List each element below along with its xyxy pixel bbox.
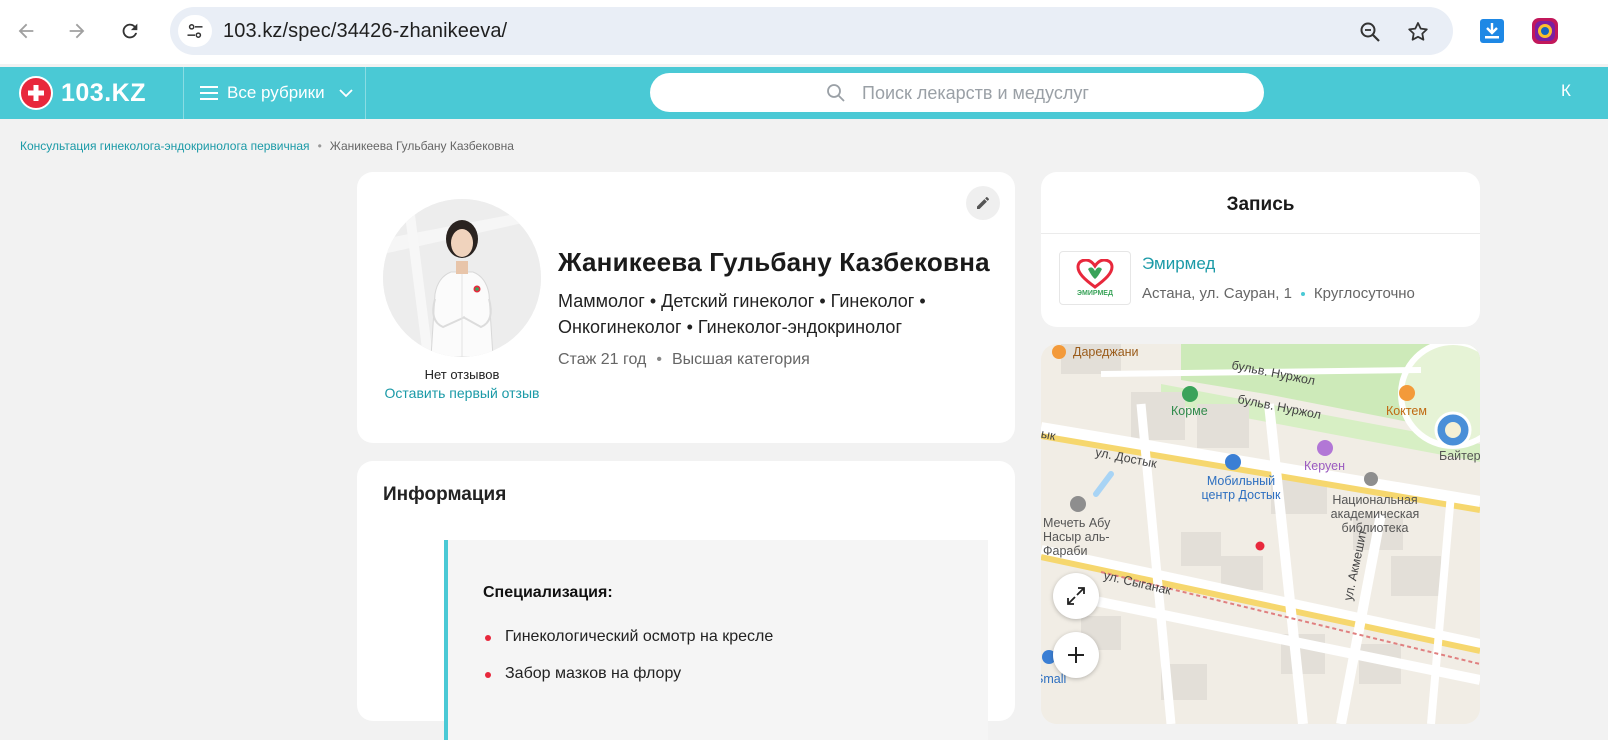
all-rubrics-menu[interactable]: Все рубрики	[200, 67, 353, 119]
specialization-list: Гинекологический осмотр на кресле Забор …	[483, 628, 773, 702]
specialization-title: Специализация:	[483, 584, 613, 601]
map-label-mobile-center: Мобильный центр Достык	[1201, 474, 1281, 502]
booking-card: Запись ЭМИРМЕД Эмирмед Астана, ул. Саура…	[1041, 172, 1480, 327]
logo-text: 103.KZ	[61, 78, 146, 107]
meta-separator: •	[656, 351, 662, 368]
site-info-button[interactable]	[178, 15, 212, 47]
reload-icon	[122, 23, 138, 39]
edit-button[interactable]	[966, 186, 1000, 220]
bookmark-button[interactable]	[1405, 19, 1431, 45]
doctor-meta: Стаж 21 год • Высшая категория	[558, 351, 810, 369]
clinic-address: Астана, ул. Сауран, 1 Круглосуточно	[1142, 285, 1415, 302]
camera-extension-icon	[1532, 18, 1558, 44]
map-fullscreen-button[interactable]	[1053, 573, 1099, 619]
separator-dot	[1300, 291, 1305, 296]
map-label-daredzhani: Дареджани	[1073, 345, 1139, 359]
map-label-baiterek: Байтерек	[1439, 449, 1480, 463]
map-label-library: Национальная академическая библиотека	[1330, 493, 1420, 535]
specialization-block: Специализация: Гинекологический осмотр н…	[444, 540, 988, 740]
map-label-mosque: Мечеть Абу Насыр аль-Фараби	[1043, 516, 1111, 558]
breadcrumb-link[interactable]: Консультация гинеколога-эндокринолога пе…	[20, 139, 310, 153]
arrow-left-icon	[18, 23, 34, 39]
heart-logo-icon	[1076, 259, 1114, 289]
map-label-koktem: Коктем	[1386, 404, 1427, 418]
cross-logo-icon	[19, 76, 53, 110]
map-label-dostyk-cut: ык	[1041, 426, 1057, 444]
url-text[interactable]: 103.kz/spec/34426-zhanikeeva/	[223, 20, 507, 43]
doctor-photo	[383, 199, 541, 357]
doctor-name: Жаникеева Гульбану Казбековна	[558, 247, 990, 277]
rubrics-label: Все рубрики	[227, 83, 325, 102]
map-zoom-in-button[interactable]	[1053, 632, 1099, 678]
site-header: 103.KZ Все рубрики К	[0, 67, 1608, 119]
search-icon	[827, 84, 845, 102]
map-label-korme: Корме	[1171, 404, 1208, 418]
bullet-icon	[485, 635, 491, 641]
search-bar[interactable]	[650, 73, 1264, 114]
list-item-text: Гинекологический осмотр на кресле	[505, 628, 774, 645]
doctor-profile-card: Нет отзывов Оставить первый отзыв Жанике…	[357, 172, 1015, 443]
pencil-icon	[977, 196, 990, 209]
arrow-right-icon	[69, 23, 85, 39]
site-logo[interactable]: 103.KZ	[19, 75, 146, 111]
search-input[interactable]	[860, 73, 1244, 114]
address-text: Астана, ул. Сауран, 1	[1142, 285, 1292, 302]
clinic-logo-text: ЭМИРМЕД	[1077, 290, 1113, 297]
booking-title: Запись	[1226, 194, 1295, 215]
header-divider	[183, 67, 184, 119]
download-button[interactable]	[1478, 17, 1506, 45]
extension-button[interactable]	[1531, 17, 1559, 45]
category-text: Высшая категория	[671, 351, 810, 368]
information-card: Информация Специализация: Гинекологическ…	[357, 461, 1015, 740]
clinic-logo[interactable]: ЭМИРМЕД	[1059, 251, 1131, 305]
breadcrumb-separator: •	[317, 139, 322, 153]
bullet-icon	[485, 672, 491, 678]
expand-icon	[1067, 587, 1085, 605]
breadcrumb: Консультация гинеколога-эндокринолога пе…	[20, 139, 514, 153]
reload-button[interactable]	[113, 14, 147, 48]
forward-button[interactable]	[60, 14, 94, 48]
zoom-button[interactable]	[1357, 19, 1383, 45]
hours-text: Круглосуточно	[1313, 285, 1415, 302]
chevron-down-icon	[338, 89, 353, 98]
back-button[interactable]	[9, 14, 43, 48]
download-icon	[1480, 19, 1504, 43]
plus-icon	[1068, 647, 1084, 663]
breadcrumb-current: Жаникеева Гульбану Казбековна	[329, 139, 514, 153]
doctor-specialties: Маммолог • Детский гинеколог • Гинеколог…	[558, 291, 926, 337]
browser-toolbar: 103.kz/spec/34426-zhanikeeva/	[0, 0, 1608, 64]
hamburger-icon	[200, 86, 218, 100]
map-widget[interactable]: Дареджани бульв. Нуржол бульв. Нуржол Ко…	[1041, 344, 1480, 724]
header-cut-text[interactable]: К	[1561, 81, 1571, 101]
no-reviews-label: Нет отзывов	[424, 367, 500, 382]
divider	[1041, 233, 1480, 234]
map-label-keruen: Керуен	[1304, 459, 1346, 473]
address-bar[interactable]: 103.kz/spec/34426-zhanikeeva/	[170, 7, 1453, 55]
leave-first-review-link[interactable]: Оставить первый отзыв	[383, 384, 541, 402]
list-item: Забор мазков на флору	[483, 665, 773, 702]
zoom-icon	[1360, 22, 1380, 42]
list-item-text: Забор мазков на флору	[505, 665, 682, 682]
list-item: Гинекологический осмотр на кресле	[483, 628, 773, 665]
header-divider	[365, 67, 366, 119]
experience-text: Стаж 21 год	[558, 351, 647, 368]
information-title: Информация	[383, 484, 507, 505]
tune-icon	[187, 24, 203, 39]
star-icon	[1408, 22, 1428, 41]
clinic-name-link[interactable]: Эмирмед	[1142, 254, 1215, 274]
